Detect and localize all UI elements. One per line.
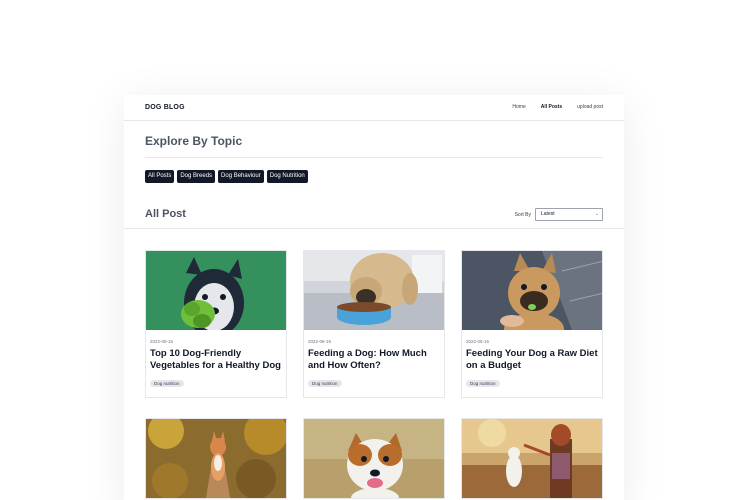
post-date: 2022-06-15 <box>466 339 490 344</box>
post-card[interactable]: 2022-06-15 Top 10 Dog-Friendly Vegetable… <box>145 250 287 398</box>
post-tag[interactable]: Dog nutrition <box>150 380 184 387</box>
all-post-divider <box>124 228 624 229</box>
top-navbar: DOG BLOG Home All Posts upload post <box>124 95 624 121</box>
chevron-down-icon: ⌄ <box>594 211 599 217</box>
sort-label: Sort By <box>514 211 531 218</box>
explore-title: Explore By Topic <box>145 134 243 148</box>
post-thumbnail-field[interactable] <box>462 419 602 498</box>
post-tag[interactable]: Dog nutrition <box>308 380 342 387</box>
topic-chip-all-posts[interactable]: All Posts <box>145 170 175 183</box>
all-post-header: All Post Sort By Latest ⌄ <box>145 205 603 227</box>
all-post-title: All Post <box>145 208 186 220</box>
post-card[interactable]: 2022-06-15 Feeding Your Dog a Raw Diet o… <box>461 250 603 398</box>
topic-chip-dog-breeds[interactable]: Dog Breeds <box>177 170 216 183</box>
post-thumbnail-corgi[interactable] <box>146 419 286 498</box>
sort-select-value: Latest <box>541 211 555 217</box>
post-date: 2022-06-15 <box>308 339 332 344</box>
post-title[interactable]: Feeding a Dog: How Much and How Often? <box>308 348 440 372</box>
sort-control: Sort By Latest ⌄ <box>515 208 603 221</box>
nav-links: Home All Posts upload post <box>512 104 603 110</box>
brand-logo[interactable]: DOG BLOG <box>145 104 185 111</box>
nav-upload-post[interactable]: upload post <box>577 104 603 110</box>
explore-divider <box>145 157 603 158</box>
post-title[interactable]: Feeding Your Dog a Raw Diet on a Budget <box>466 348 598 372</box>
nav-all-posts[interactable]: All Posts <box>541 104 562 110</box>
post-thumbnail-husky[interactable] <box>146 251 286 330</box>
post-date: 2022-06-15 <box>150 339 174 344</box>
post-title[interactable]: Top 10 Dog-Friendly Vegetables for a Hea… <box>150 348 282 372</box>
post-card[interactable]: 2022-06-15 Feeding a Dog: How Much and H… <box>303 250 445 398</box>
post-thumbnail-terrier[interactable] <box>304 419 444 498</box>
page-card: DOG BLOG Home All Posts upload post Expl… <box>124 95 624 500</box>
post-thumbnail-bulldog[interactable] <box>462 251 602 330</box>
post-card[interactable] <box>303 418 445 499</box>
topic-chips: All Posts Dog Breeds Dog Behaviour Dog N… <box>145 170 603 183</box>
topic-chip-dog-behaviour[interactable]: Dog Behaviour <box>218 170 264 183</box>
post-card[interactable] <box>145 418 287 499</box>
post-tag[interactable]: Dog nutrition <box>466 380 500 387</box>
nav-home[interactable]: Home <box>512 104 525 110</box>
post-thumbnail-pug[interactable] <box>304 251 444 330</box>
topic-chip-dog-nutrition[interactable]: Dog Nutrition <box>266 170 308 183</box>
post-card[interactable] <box>461 418 603 499</box>
sort-select[interactable]: Latest ⌄ <box>535 208 603 221</box>
